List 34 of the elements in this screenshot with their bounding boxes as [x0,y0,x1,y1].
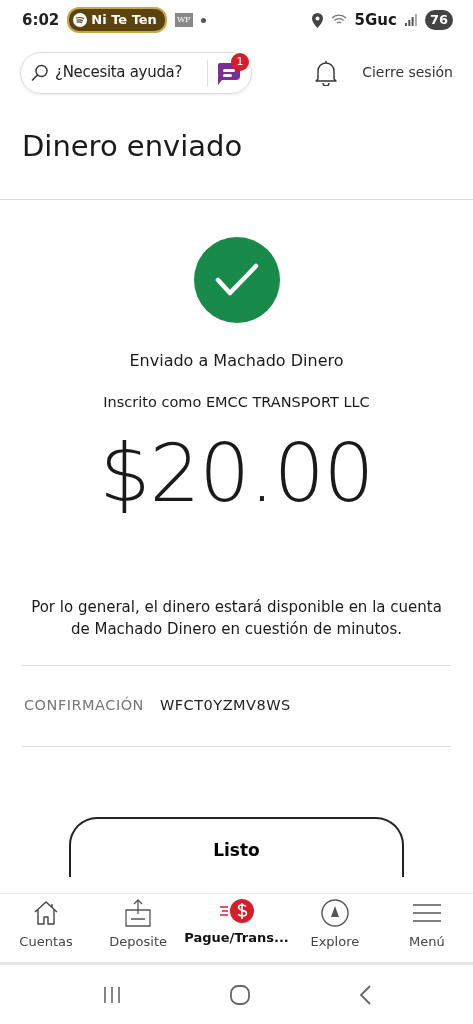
nav-tab[interactable]: Explore [288,894,381,962]
clock-time: 6:02 [22,9,60,31]
app-notification-icon: WF [174,13,193,27]
enrolled-name-text: Inscrito como EMCC TRANSPORT LLC [103,393,370,412]
logout-link[interactable]: Cierre sesión [362,62,453,83]
detail-label: CONFIRMACIÓN [24,695,144,715]
location-icon [311,12,323,28]
notification-count: 1 [231,52,249,71]
search-field[interactable]: ¿Necesita ayuda? [53,61,203,84]
recent-apps-icon[interactable] [101,985,122,1004]
nav-tab[interactable]: Pague/Trans... [184,894,289,962]
battery-indicator: 76 [424,10,453,30]
nav-tab[interactable]: Menú [380,894,473,962]
bell-icon[interactable] [314,59,339,86]
search-icon [31,63,49,82]
deposit-icon [123,898,154,928]
home-button-icon[interactable] [228,983,251,1006]
compass-icon [319,898,350,928]
nav-tab[interactable]: Cuentas [0,894,93,962]
done-button[interactable]: Listo [69,816,404,877]
back-icon[interactable] [357,983,372,1006]
dot-icon [200,17,206,23]
network-label: 5Guc [354,9,397,31]
amount-text: $20.00 [99,425,374,522]
page-title: Dinero enviado [0,105,473,200]
availability-note: Por lo general, el dinero estará disponible en la cuenta de Machado Dinero en cuestión de minutos. [30,596,443,641]
nav-tab[interactable]: Deposite [92,894,185,962]
wifi-icon [330,14,347,26]
media-pill[interactable]: Ni Te Ten [67,7,167,33]
music-app-icon [73,13,88,27]
detail-value: WFCT0YZMV8WS [159,695,291,715]
signal-icon [404,14,417,26]
recipient-text: Enviado a Machado Dinero [129,350,344,372]
dollar-coin-icon [218,898,255,924]
